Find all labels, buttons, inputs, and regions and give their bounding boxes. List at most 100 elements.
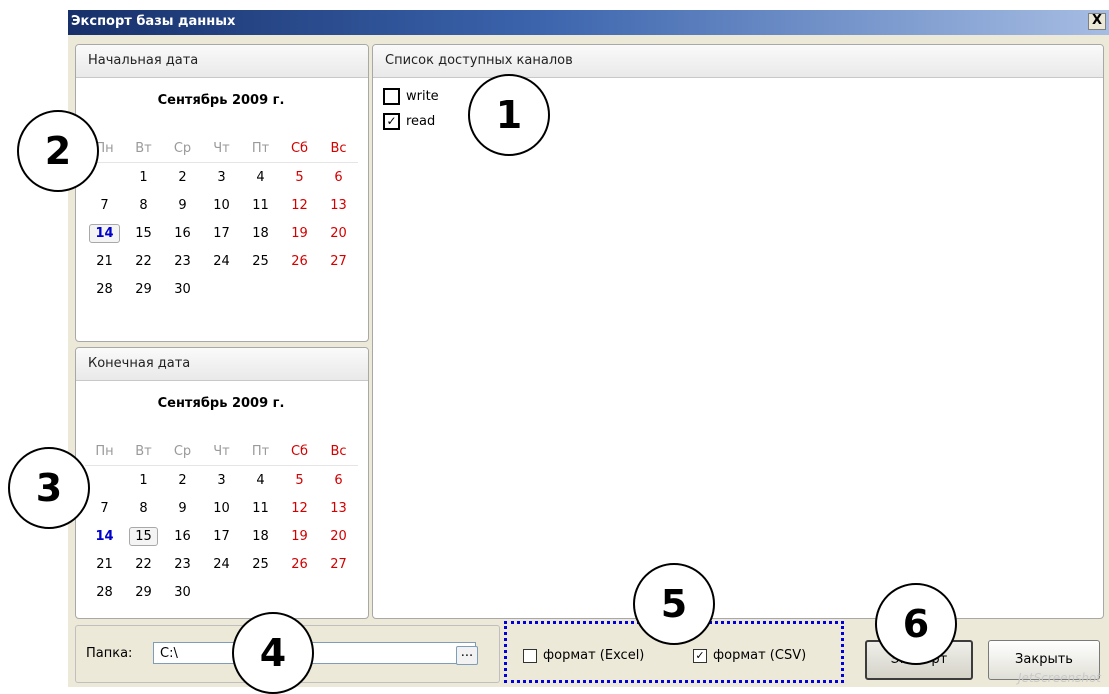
end-day-26[interactable]: 26 xyxy=(280,557,319,572)
start-day-17[interactable]: 17 xyxy=(202,226,241,241)
callout-6: 6 xyxy=(875,583,957,665)
channel-item-write[interactable]: write xyxy=(383,88,439,105)
start-day-4[interactable]: 4 xyxy=(241,170,280,185)
channel-read-label: read xyxy=(406,114,436,129)
format-csv-checkbox[interactable]: ✓ xyxy=(693,648,707,663)
start-day-9[interactable]: 9 xyxy=(163,198,202,213)
end-day-13[interactable]: 13 xyxy=(319,501,358,516)
end-day-9[interactable]: 9 xyxy=(163,501,202,516)
end-day-5[interactable]: 5 xyxy=(280,473,319,488)
end-day-25[interactable]: 25 xyxy=(241,557,280,572)
end-weekday-header: Пн Вт Ср Чт Пт Сб Вс xyxy=(85,437,358,466)
start-day-15[interactable]: 15 xyxy=(124,226,163,241)
start-day-25[interactable]: 25 xyxy=(241,254,280,269)
end-day-12[interactable]: 12 xyxy=(280,501,319,516)
end-day-14[interactable]: 14 xyxy=(85,529,124,544)
end-day-28[interactable]: 28 xyxy=(85,585,124,600)
start-date-panel: Начальная дата Сентябрь 2009 г. Пн Вт Ср Чт… xyxy=(75,44,369,342)
end-day-22[interactable]: 22 xyxy=(124,557,163,572)
format-excel-checkbox[interactable] xyxy=(523,648,537,663)
end-day-18[interactable]: 18 xyxy=(241,529,280,544)
end-day-10[interactable]: 10 xyxy=(202,501,241,516)
weekday-label: Вс xyxy=(330,140,347,156)
watermark: JetScreenshot xyxy=(1017,671,1101,685)
export-dialog: Экспорт базы данных X Начальная дата Сен… xyxy=(68,10,1109,687)
close-window-button[interactable]: X xyxy=(1088,13,1106,30)
weekday-label: Вт xyxy=(135,443,152,459)
end-week-row: 14 15 16 17 18 19 20 xyxy=(85,522,358,550)
start-day-20[interactable]: 20 xyxy=(319,226,358,241)
start-day-16[interactable]: 16 xyxy=(163,226,202,241)
start-day-24[interactable]: 24 xyxy=(202,254,241,269)
end-day-17[interactable]: 17 xyxy=(202,529,241,544)
channel-item-read[interactable]: ✓ read xyxy=(383,113,435,130)
start-day-3[interactable]: 3 xyxy=(202,170,241,185)
title-bar[interactable]: Экспорт базы данных X xyxy=(68,10,1109,35)
start-day-30[interactable]: 30 xyxy=(163,282,202,297)
start-day-8[interactable]: 8 xyxy=(124,198,163,213)
start-day-6[interactable]: 6 xyxy=(319,170,358,185)
start-day-7[interactable]: 7 xyxy=(85,198,124,213)
callout-1: 1 xyxy=(468,74,550,156)
end-day-2[interactable]: 2 xyxy=(163,473,202,488)
end-day-11[interactable]: 11 xyxy=(241,501,280,516)
end-day-29[interactable]: 29 xyxy=(124,585,163,600)
format-excel-option[interactable]: формат (Excel) xyxy=(523,648,644,663)
end-day-16[interactable]: 16 xyxy=(163,529,202,544)
start-day-10[interactable]: 10 xyxy=(202,198,241,213)
weekday-label: Сб xyxy=(290,443,309,459)
end-day-30[interactable]: 30 xyxy=(163,585,202,600)
start-date-header: Начальная дата xyxy=(76,45,368,78)
start-day-5[interactable]: 5 xyxy=(280,170,319,185)
end-month-label[interactable]: Сентябрь 2009 г. xyxy=(76,396,366,411)
end-day-24[interactable]: 24 xyxy=(202,557,241,572)
end-day-19[interactable]: 19 xyxy=(280,529,319,544)
start-day-19[interactable]: 19 xyxy=(280,226,319,241)
browse-folder-button[interactable]: ... xyxy=(456,646,478,665)
start-day-2[interactable]: 2 xyxy=(163,170,202,185)
start-day-1[interactable]: 1 xyxy=(124,170,163,185)
start-week-row: 28 29 30 xyxy=(85,275,358,303)
start-day-29[interactable]: 29 xyxy=(124,282,163,297)
start-day-14[interactable]: 14 xyxy=(85,223,124,243)
weekday-label: Чт xyxy=(213,140,230,156)
end-day-27[interactable]: 27 xyxy=(319,557,358,572)
end-week-row: 21 22 23 24 25 26 27 xyxy=(85,550,358,578)
end-day-1[interactable]: 1 xyxy=(124,473,163,488)
start-day-23[interactable]: 23 xyxy=(163,254,202,269)
start-day-28[interactable]: 28 xyxy=(85,282,124,297)
start-week-row: 123456 xyxy=(85,163,358,191)
start-day-22[interactable]: 22 xyxy=(124,254,163,269)
start-day-12[interactable]: 12 xyxy=(280,198,319,213)
weekday-label: Ср xyxy=(173,140,192,156)
start-day-18[interactable]: 18 xyxy=(241,226,280,241)
start-day-27[interactable]: 27 xyxy=(319,254,358,269)
weekday-label: Вс xyxy=(330,443,347,459)
weekday-label: Пн xyxy=(95,443,114,459)
callout-4: 4 xyxy=(232,612,314,694)
channel-read-checkbox[interactable]: ✓ xyxy=(383,113,400,130)
end-day-21[interactable]: 21 xyxy=(85,557,124,572)
start-day-11[interactable]: 11 xyxy=(241,198,280,213)
window-title: Экспорт базы данных xyxy=(71,14,236,29)
start-day-26[interactable]: 26 xyxy=(280,254,319,269)
end-day-8[interactable]: 8 xyxy=(124,501,163,516)
end-day-6[interactable]: 6 xyxy=(319,473,358,488)
weekday-label: Пт xyxy=(251,443,270,459)
start-week-row: 7 8 9 10 11 12 13 xyxy=(85,191,358,219)
end-day-4[interactable]: 4 xyxy=(241,473,280,488)
channel-write-checkbox[interactable] xyxy=(383,88,400,105)
end-date-header: Конечная дата xyxy=(76,348,368,381)
start-day-21[interactable]: 21 xyxy=(85,254,124,269)
end-day-20[interactable]: 20 xyxy=(319,529,358,544)
start-weekday-header: Пн Вт Ср Чт Пт Сб Вс xyxy=(85,134,358,163)
end-day-3[interactable]: 3 xyxy=(202,473,241,488)
folder-path-input[interactable]: C:\ xyxy=(153,642,476,664)
start-calendar-grid: Пн Вт Ср Чт Пт Сб Вс 1 2 3 4 5 6 7 8 9 10 11 12 13 14 15 16 17 1… xyxy=(85,134,358,303)
end-day-15[interactable]: 15 xyxy=(124,526,163,546)
end-day-23[interactable]: 23 xyxy=(163,557,202,572)
end-day-7[interactable]: 7 xyxy=(85,501,124,516)
start-day-13[interactable]: 13 xyxy=(319,198,358,213)
format-csv-option[interactable]: ✓ формат (CSV) xyxy=(693,648,806,663)
start-month-label[interactable]: Сентябрь 2009 г. xyxy=(76,93,366,108)
